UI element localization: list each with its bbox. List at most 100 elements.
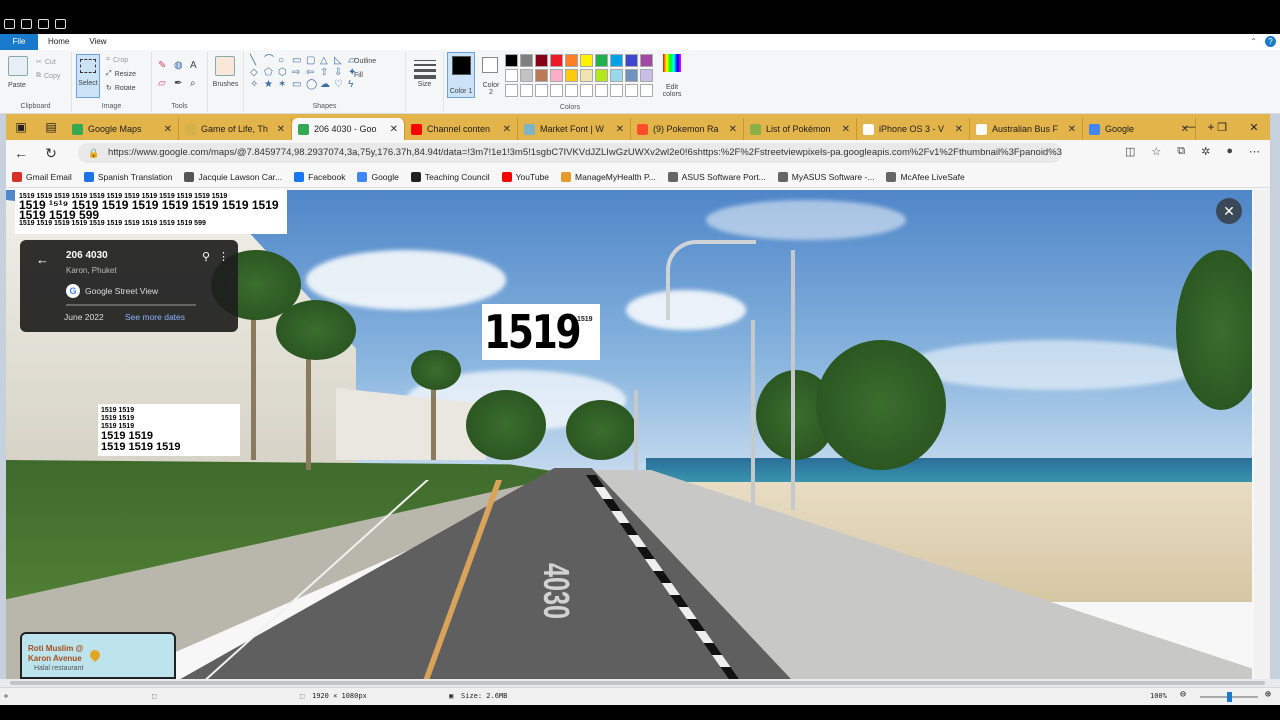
zoom-slider-thumb[interactable] — [1227, 692, 1232, 702]
horizontal-scrollbar[interactable] — [0, 679, 1280, 687]
scrollbar-thumb[interactable] — [10, 681, 1265, 685]
bookmark-item[interactable]: Spanish Translation — [83, 171, 172, 182]
palette-swatch[interactable] — [625, 54, 638, 67]
palette-swatch[interactable] — [520, 54, 533, 67]
palette-swatch[interactable] — [640, 54, 653, 67]
close-window-icon[interactable]: ✕ — [1238, 121, 1270, 134]
back-arrow-icon[interactable]: ← — [36, 252, 49, 267]
undo-icon[interactable] — [38, 19, 49, 29]
workspaces-icon[interactable]: ▣ — [6, 120, 36, 134]
text-tool-icon[interactable]: A — [190, 60, 197, 71]
palette-swatch[interactable] — [625, 84, 638, 97]
browser-tab[interactable]: 206 4030 - Goo ✕ — [292, 118, 405, 140]
palette-swatch[interactable] — [535, 54, 548, 67]
tab-home[interactable]: Home — [38, 34, 79, 50]
bookmark-item[interactable]: Gmail Email — [12, 171, 72, 182]
color2-button[interactable]: Color 2 — [480, 52, 502, 98]
palette-swatch[interactable] — [640, 84, 653, 97]
zoom-in-icon[interactable]: ⊕ — [1265, 689, 1271, 700]
more-options-icon[interactable]: ⋮ — [218, 250, 229, 263]
redo-icon[interactable] — [55, 19, 66, 29]
crop-button[interactable]: ⌗ Crop — [106, 56, 128, 64]
palette-swatch[interactable] — [535, 69, 548, 82]
tab-file[interactable]: File — [0, 34, 38, 50]
browser-tab[interactable]: Game of Life, Th ✕ — [179, 118, 292, 140]
browser-tab[interactable]: List of Pokémon ✕ — [744, 118, 857, 140]
brushes-label[interactable]: Brushes — [208, 81, 243, 88]
help-icon[interactable]: ? — [1265, 36, 1276, 47]
palette-swatch[interactable] — [505, 69, 518, 82]
copy-button[interactable]: ⧉ Copy — [36, 72, 60, 80]
palette-swatch[interactable] — [595, 84, 608, 97]
palette-swatch[interactable] — [520, 69, 533, 82]
palette-swatch[interactable] — [640, 69, 653, 82]
zoom-out-icon[interactable]: ⊖ — [1180, 689, 1186, 700]
more-menu-icon[interactable]: ⋯ — [1249, 145, 1260, 158]
color-picker-icon[interactable]: ✒ — [174, 78, 182, 89]
palette-swatch[interactable] — [580, 54, 593, 67]
palette-swatch[interactable] — [610, 54, 623, 67]
close-tab-icon[interactable]: ✕ — [503, 124, 511, 135]
close-tab-icon[interactable]: ✕ — [842, 124, 850, 135]
palette-swatch[interactable] — [580, 84, 593, 97]
browser-tab[interactable]: Google Maps ✕ — [66, 118, 179, 140]
close-tab-icon[interactable]: ✕ — [729, 124, 737, 135]
palette-swatch[interactable] — [580, 69, 593, 82]
split-screen-icon[interactable]: ◫ — [1125, 145, 1135, 158]
fill-bucket-icon[interactable]: ◍ — [174, 60, 183, 71]
eraser-icon[interactable]: ▱ — [158, 78, 166, 89]
paste-icon[interactable] — [8, 56, 28, 76]
paste-button[interactable]: Paste — [8, 82, 26, 89]
save-icon[interactable] — [21, 19, 32, 29]
browser-tab[interactable]: Channel conten ✕ — [405, 118, 518, 140]
browser-tab[interactable]: Market Font | W ✕ — [518, 118, 631, 140]
resize-button[interactable]: ⤢ Resize — [106, 70, 136, 78]
minimize-ribbon-icon[interactable]: ⌃ — [1250, 37, 1257, 46]
zoom-slider[interactable] — [1200, 692, 1258, 702]
back-icon[interactable]: ← — [6, 145, 36, 161]
bookmark-item[interactable]: ASUS Software Port... — [667, 171, 766, 182]
brush-icon[interactable] — [215, 56, 235, 76]
close-tab-icon[interactable]: ✕ — [277, 124, 285, 135]
close-street-view-button[interactable]: ✕ — [1216, 198, 1242, 224]
palette-swatch[interactable] — [520, 84, 533, 97]
browser-tab[interactable]: iPhone OS 3 - V ✕ — [857, 118, 970, 140]
bookmark-item[interactable]: ManageMyHealth P... — [561, 171, 656, 182]
palette-swatch[interactable] — [505, 84, 518, 97]
map-pin-icon[interactable]: ⚲ — [202, 250, 210, 263]
mini-map[interactable]: Roti Muslim @ Karon Avenue Halal restaur… — [20, 632, 176, 679]
color1-button[interactable]: Color 1 — [447, 52, 475, 98]
bookmark-item[interactable]: Jacquie Lawson Car... — [184, 171, 282, 182]
fill-button[interactable]: Fill — [354, 72, 363, 79]
shapes-gallery[interactable]: ╲ ⌒ ○ ▭ ▢ △ ◺ ▱ ◇ ⬠ ⬡ ⇨ ⇦ ⇧ ⇩ ✦ ✧ ★ ✶ ▭ ◯ ☁ ♡ ϟ — [250, 56, 356, 90]
bookmark-item[interactable]: Facebook — [294, 171, 345, 182]
see-more-dates-link[interactable]: See more dates — [125, 312, 185, 322]
bookmark-item[interactable]: YouTube — [501, 171, 549, 182]
palette-swatch[interactable] — [505, 54, 518, 67]
favorites-icon[interactable]: ☆ — [1151, 145, 1161, 158]
palette-swatch[interactable] — [565, 54, 578, 67]
edit-colors-button[interactable]: Edit colors — [660, 54, 684, 100]
palette-swatch[interactable] — [550, 84, 563, 97]
address-bar[interactable]: 🔒 https://www.google.com/maps/@7.8459774… — [78, 143, 1062, 163]
palette-swatch[interactable] — [565, 84, 578, 97]
palette-swatch[interactable] — [595, 69, 608, 82]
palette-swatch[interactable] — [595, 54, 608, 67]
street-view-panorama[interactable]: 4030 1519 1519 1519 1519 1519 1519 1519 … — [6, 190, 1252, 679]
tab-actions-icon[interactable]: ▤ — [36, 120, 66, 134]
palette-swatch[interactable] — [610, 69, 623, 82]
close-tab-icon[interactable]: ✕ — [616, 124, 624, 135]
select-button[interactable]: Select — [76, 54, 100, 98]
collections-icon[interactable]: ⧉ — [1177, 145, 1185, 158]
close-tab-icon[interactable]: ✕ — [390, 124, 398, 135]
palette-swatch[interactable] — [550, 54, 563, 67]
pencil-icon[interactable]: ✎ — [158, 60, 166, 71]
close-tab-icon[interactable]: ✕ — [955, 124, 963, 135]
reload-icon[interactable]: ↻ — [36, 145, 66, 162]
bookmark-item[interactable]: Google — [357, 171, 399, 182]
extensions-icon[interactable]: ✲ — [1201, 145, 1210, 158]
close-tab-icon[interactable]: ✕ — [1068, 124, 1076, 135]
size-lines-icon[interactable] — [414, 60, 436, 79]
palette-swatch[interactable] — [610, 84, 623, 97]
bookmark-item[interactable]: Teaching Council — [410, 171, 490, 182]
